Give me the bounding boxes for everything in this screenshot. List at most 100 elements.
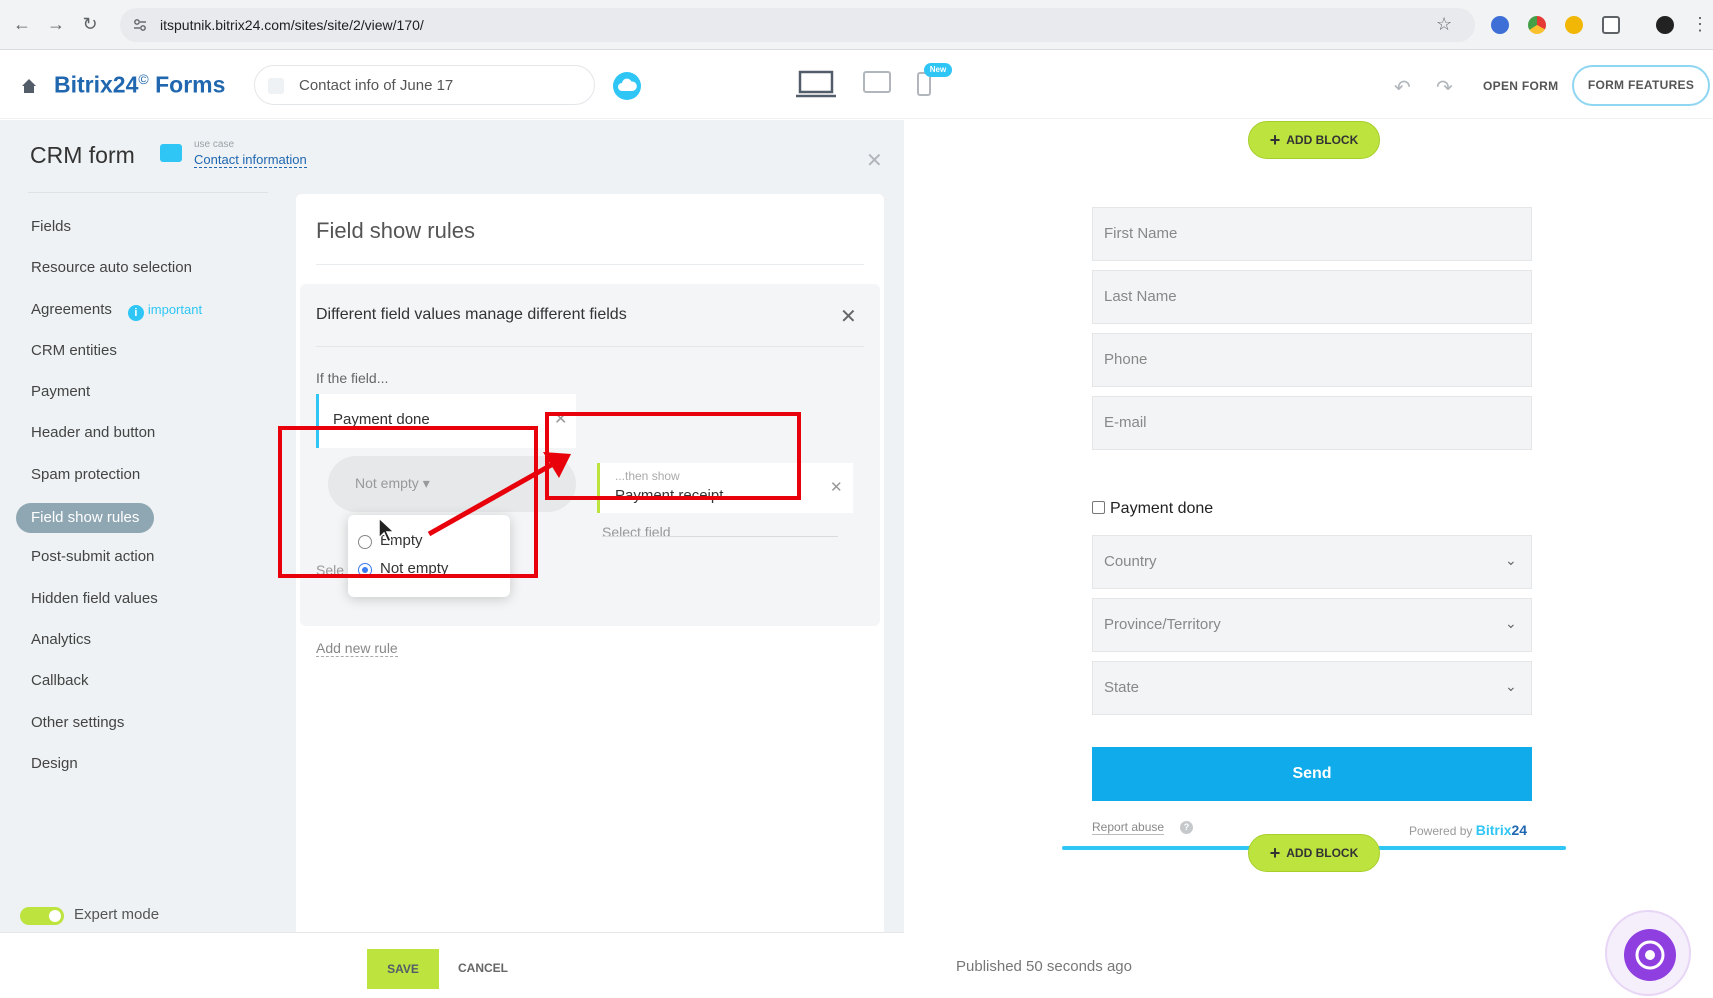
menu-item-field-show-rules[interactable]: Field show rules [16,495,276,536]
cloud-save-icon[interactable] [613,72,641,100]
menu-item-payment[interactable]: Payment [16,371,276,412]
select-field-underline [602,536,838,537]
help-icon[interactable]: ? [1180,821,1193,834]
form-type-icon [160,144,182,162]
use-case-link[interactable]: Contact information [194,152,307,168]
logo-product: Forms [155,71,226,98]
extensions-puzzle-icon[interactable] [1602,16,1620,34]
menu-item-label: Analytics [31,630,92,648]
report-abuse-link[interactable]: Report abuse [1092,820,1165,835]
menu-item-analytics[interactable]: Analytics [16,619,276,660]
field-placeholder: Phone [1104,351,1148,368]
checkbox-label: Payment done [1110,500,1214,517]
form-features-button[interactable]: FORM FEATURES [1572,65,1710,106]
menu-item-label: Resource auto selection [31,259,192,277]
redo-icon[interactable]: ↷ [1436,75,1453,100]
menu-item-post-submit-action[interactable]: Post-submit action [16,536,276,577]
select-field-link[interactable]: Select field [602,524,670,540]
menu-item-label: Field show rules [16,503,155,534]
payment-done-checkbox[interactable]: Payment done [1092,500,1213,518]
send-button[interactable]: Send [1092,747,1532,801]
form-preview: + ADD BLOCK First Name Last Name Phone E-… [904,120,1713,998]
checkbox-box[interactable] [1092,501,1105,514]
extension-3-icon[interactable] [1565,16,1583,34]
menu-item-other-settings[interactable]: Other settings [16,702,276,743]
chevron-down-icon: ⌄ [1505,615,1517,631]
divider [28,192,268,193]
form-thumbnail [268,78,284,94]
remove-then-icon[interactable]: ✕ [830,478,843,496]
menu-item-hidden-field-values[interactable]: Hidden field values [16,578,276,619]
menu-item-label: Hidden field values [31,589,158,607]
email-field[interactable]: E-mail [1092,396,1532,450]
logo-mark: © [138,71,149,87]
menu-item-label: Design [31,754,78,772]
menu-item-label: Fields [31,218,72,235]
expert-mode-toggle[interactable] [20,907,64,925]
province-select[interactable]: Province/Territory ⌄ [1092,598,1532,652]
menu-item-design[interactable]: Design [16,743,276,784]
powered-brand: Bitrix24 [1476,822,1527,838]
powered-prefix: Powered by [1409,824,1473,838]
back-icon[interactable]: ← [12,14,32,34]
address-bar[interactable]: itsputnik.bitrix24.com/sites/site/2/view… [120,8,1475,42]
browser-toolbar: ← → ↻ itsputnik.bitrix24.com/sites/site/… [0,0,1713,50]
site-settings-icon[interactable] [132,17,148,33]
menu-item-label: Payment [31,383,91,401]
field-placeholder: E-mail [1104,414,1147,431]
app-logo[interactable]: Bitrix24© Forms [54,71,225,99]
reload-icon[interactable]: ↻ [80,14,100,34]
field-placeholder: Last Name [1104,288,1177,305]
published-status: Published 50 seconds ago [956,958,1132,975]
country-select[interactable]: Country ⌄ [1092,535,1532,589]
chevron-down-icon: ⌄ [1505,552,1517,568]
close-icon[interactable]: ✕ [866,148,883,173]
browser-menu-icon[interactable]: ⋮ [1690,14,1710,34]
forward-icon[interactable]: → [46,14,66,34]
desktop-view-icon[interactable] [796,68,836,100]
action-bar: SAVE CANCEL [0,932,904,998]
menu-item-crm-entities[interactable]: CRM entities [16,330,276,371]
save-button[interactable]: SAVE [367,949,439,989]
panel-title: Field show rules [316,218,475,243]
open-form-button[interactable]: OPEN FORM [1483,79,1558,93]
cancel-button[interactable]: CANCEL [458,961,508,975]
extension-2-icon[interactable] [1528,16,1546,34]
profile-avatar-icon[interactable] [1656,16,1674,34]
first-name-field[interactable]: First Name [1092,207,1532,261]
app-header: Bitrix24© Forms Contact info of June 17 … [0,51,1713,119]
state-select[interactable]: State ⌄ [1092,661,1532,715]
menu-item-spam-protection[interactable]: Spam protection [16,454,276,495]
crm-form-title: CRM form [30,142,135,168]
undo-icon[interactable]: ↶ [1394,75,1411,100]
menu-item-resource-auto-selection[interactable]: Resource auto selection [16,247,276,288]
close-rule-icon[interactable]: ✕ [840,304,857,329]
chat-widget-button[interactable] [1605,910,1691,996]
add-block-button-bottom[interactable]: + ADD BLOCK [1248,834,1380,872]
plus-icon: + [1269,130,1281,150]
powered-brand-num: 24 [1511,822,1528,838]
add-new-rule-link[interactable]: Add new rule [316,640,398,657]
menu-item-header-and-button[interactable]: Header and button [16,412,276,453]
powered-by[interactable]: Powered by Bitrix24 [1409,822,1527,838]
highlight-then-box [545,412,801,500]
select-placeholder: Province/Territory [1104,616,1221,633]
last-name-field[interactable]: Last Name [1092,270,1532,324]
form-title-input[interactable]: Contact info of June 17 [254,65,595,105]
url-text[interactable]: itsputnik.bitrix24.com/sites/site/2/view… [160,17,424,33]
menu-item-agreements[interactable]: Agreements i important [16,289,276,330]
if-field-label: If the field... [316,370,389,386]
menu-item-fields[interactable]: Fields [16,206,276,247]
phone-field[interactable]: Phone [1092,333,1532,387]
chevron-down-icon: ⌄ [1505,678,1517,694]
menu-item-label: Header and button [31,424,156,442]
form-title-text[interactable]: Contact info of June 17 [299,77,453,94]
add-block-button-top[interactable]: + ADD BLOCK [1248,121,1380,159]
extension-1-icon[interactable] [1491,16,1509,34]
home-icon[interactable] [20,77,38,95]
star-icon[interactable]: ☆ [1436,14,1452,35]
menu-item-callback[interactable]: Callback [16,660,276,701]
tablet-view-icon[interactable] [862,68,892,96]
select-placeholder: State [1104,679,1140,696]
use-case-label: use case [194,139,235,150]
